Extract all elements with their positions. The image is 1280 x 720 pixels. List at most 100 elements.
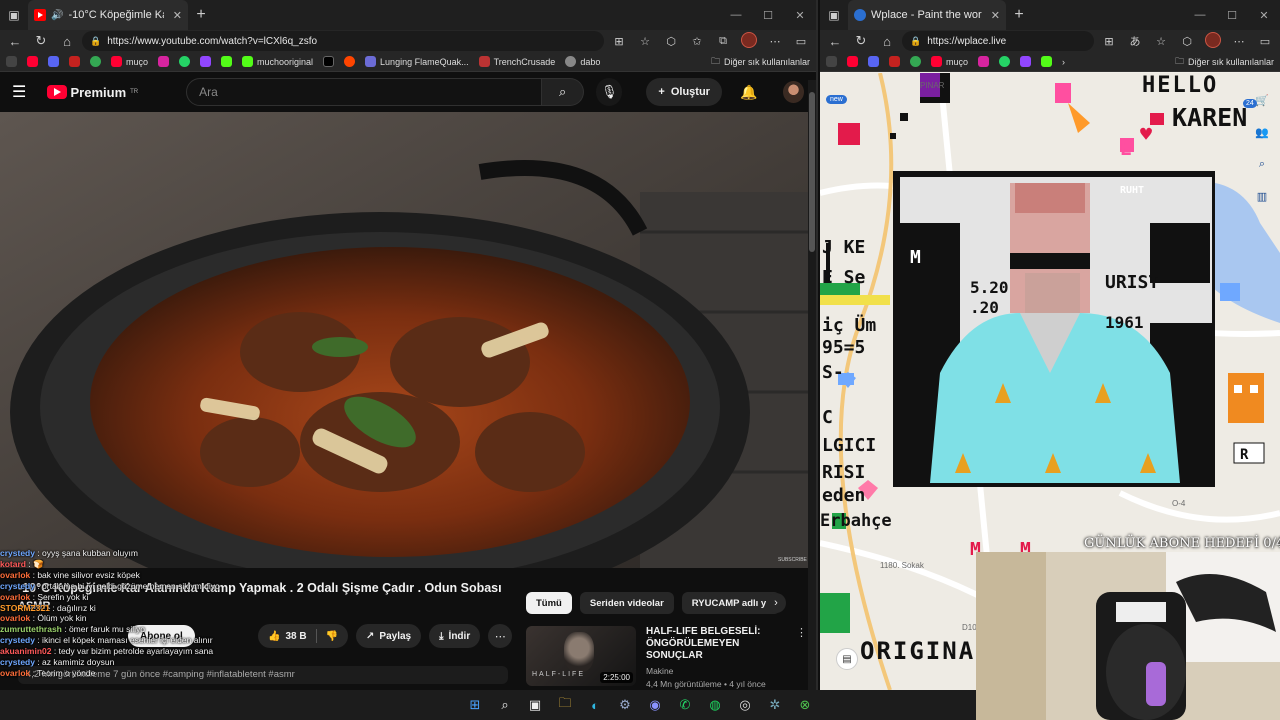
maximize-button[interactable]: ☐ <box>752 0 784 30</box>
settings-icon[interactable]: ✲ <box>765 695 785 715</box>
recommended-title[interactable]: HALF-LIFE BELGESELİ: ÖNGÖRÜLEMEYEN SONUÇ… <box>646 626 794 662</box>
search-input[interactable] <box>186 78 543 106</box>
obs-icon[interactable]: ◎ <box>735 695 755 715</box>
bookmark-reddit-icon[interactable] <box>344 56 356 67</box>
home-icon-right[interactable]: ⌂ <box>876 30 898 52</box>
profile-icon[interactable] <box>738 31 760 51</box>
profile-icon-right[interactable] <box>1202 31 1224 51</box>
file-explorer-icon[interactable]: 🗀 <box>555 695 575 715</box>
favorites-icon[interactable]: ✩ <box>686 35 708 48</box>
bookmark-kick-icon[interactable] <box>221 56 233 67</box>
search-location-icon[interactable]: ⌕ <box>1252 154 1272 174</box>
tab-youtube[interactable]: 🔊 -10°C Köpeğimle Kar Alanında ✕ <box>28 0 188 30</box>
video-player[interactable]: SUBSCRIBE <box>0 112 810 568</box>
url-field-right[interactable]: 🔒 https://wplace.live <box>902 31 1094 51</box>
bookmark-instagram-icon[interactable] <box>158 56 170 67</box>
recommended-video[interactable]: HALF-LIFE 2:25:00 HALF-LIFE BELGESELİ: Ö… <box>526 626 807 689</box>
bookmark-whatsapp-icon[interactable] <box>179 56 191 67</box>
extensions-icon[interactable]: ⬡ <box>660 35 682 48</box>
tab-close-icon-right[interactable]: ✕ <box>991 9 1000 22</box>
close-window-button-right[interactable]: ✕ <box>1248 0 1280 30</box>
minimize-button-right[interactable]: — <box>1184 0 1216 30</box>
speaker-icon[interactable]: 🔊 <box>51 10 63 21</box>
download-button[interactable]: ⤓ İndir <box>429 624 481 648</box>
bookmark-muchooriginal[interactable]: muchooriginal <box>242 56 313 67</box>
steam-icon[interactable]: ⚙ <box>615 695 635 715</box>
account-avatar[interactable] <box>783 81 805 103</box>
tab-wplace[interactable]: Wplace - Paint the world ✕ <box>848 0 1006 30</box>
chips-next-button[interactable]: › <box>766 593 786 613</box>
bookmark-youtube-icon[interactable] <box>27 56 38 67</box>
discord-icon[interactable]: ◉ <box>645 695 665 715</box>
leaderboard-icon[interactable]: ▥ <box>1252 186 1272 206</box>
bookmark-whatsapp-icon-right[interactable] <box>999 56 1011 67</box>
map-layers-button[interactable]: ▤ <box>836 648 858 670</box>
voice-search-button[interactable]: 🎙 <box>596 78 623 106</box>
sidebar-icon-right[interactable]: ▭ <box>1254 35 1276 48</box>
window-menu-icon-right[interactable]: ▣ <box>820 0 848 30</box>
youtube-logo[interactable]: Premium TR <box>46 85 138 100</box>
community-icon[interactable]: 👥 <box>1252 122 1272 142</box>
page-scrollbar[interactable] <box>808 80 816 690</box>
favorite-star-icon-right[interactable]: ☆ <box>1150 35 1172 48</box>
bookmark-folder-icon-right[interactable] <box>826 56 837 67</box>
bookmark-kick-icon-right[interactable] <box>1041 56 1053 67</box>
recommended-channel[interactable]: Makine <box>646 666 794 676</box>
bookmark-chrome-icon-right[interactable] <box>910 56 921 67</box>
back-arrow-icon[interactable]: ← <box>4 30 26 52</box>
bookmark-twitch-icon[interactable] <box>200 56 212 67</box>
xbox-icon[interactable]: ⊗ <box>795 695 815 715</box>
more-menu-icon-right[interactable]: ⋯ <box>1228 35 1250 48</box>
task-view-icon[interactable]: ▣ <box>525 695 545 715</box>
whatsapp-icon[interactable]: ✆ <box>675 695 695 715</box>
notifications-bell-icon[interactable]: 🔔 <box>740 84 757 101</box>
minimize-button[interactable]: — <box>720 0 752 30</box>
bookmark-gmail-icon-right[interactable] <box>889 56 900 67</box>
other-bookmarks-right[interactable]: 🗀 Diğer sık kullanılanlar <box>1175 54 1274 70</box>
close-window-button[interactable]: ✕ <box>784 0 816 30</box>
bookmark-dabo[interactable]: dabo <box>565 56 600 67</box>
bookmark-youtube-icon-right[interactable] <box>847 56 858 67</box>
scrollbar-thumb[interactable] <box>809 92 815 252</box>
more-actions-button[interactable]: ⋯ <box>488 624 513 648</box>
sidebar-icon[interactable]: ▭ <box>790 35 812 48</box>
bookmark-twitch-icon-right[interactable] <box>1020 56 1032 67</box>
hamburger-menu-icon[interactable]: ☰ <box>12 82 35 102</box>
bookmark-lunging[interactable]: Lunging FlameQuak... <box>365 56 469 67</box>
bookmark-x-icon[interactable] <box>323 56 335 67</box>
edge-browser-icon[interactable]: ◐ <box>585 695 605 715</box>
start-menu-icon[interactable]: ⊞ <box>465 695 485 715</box>
translate-icon[interactable]: あ <box>1124 33 1146 49</box>
tab-close-icon[interactable]: ✕ <box>173 9 182 22</box>
spotify-icon[interactable]: ◍ <box>705 695 725 715</box>
recommended-thumbnail[interactable]: HALF-LIFE 2:25:00 <box>526 626 636 686</box>
bookmark-chrome-icon[interactable] <box>90 56 101 67</box>
bookmark-gmail-icon[interactable] <box>69 56 80 67</box>
chip-all[interactable]: Tümü <box>526 592 572 614</box>
recommended-menu-icon[interactable]: ⋮ <box>796 626 807 689</box>
search-button[interactable]: ⌕ <box>542 78 585 106</box>
create-button[interactable]: + Oluştur <box>646 78 722 106</box>
new-tab-button[interactable]: + <box>188 6 214 24</box>
bookmark-muco-right[interactable]: muço <box>931 56 968 67</box>
taskbar-search-icon[interactable]: ⌕ <box>495 695 515 715</box>
extensions-icon-right[interactable]: ⬡ <box>1176 35 1198 48</box>
bookmark-discord-icon[interactable] <box>48 56 59 67</box>
bookmark-trenchcrusade[interactable]: TrenchCrusade <box>478 56 555 67</box>
back-arrow-icon-right[interactable]: ← <box>824 30 846 52</box>
reload-icon-right[interactable]: ↻ <box>850 30 872 52</box>
new-tab-button-right[interactable]: + <box>1006 6 1032 24</box>
window-menu-icon[interactable]: ▣ <box>0 0 28 30</box>
other-bookmarks[interactable]: 🗀 Diğer sık kullanılanlar <box>711 54 810 70</box>
favorite-star-icon[interactable]: ☆ <box>634 35 656 48</box>
bookmark-discord-icon-right[interactable] <box>868 56 879 67</box>
url-field[interactable]: 🔒 https://www.youtube.com/watch?v=lCXl6q… <box>82 31 604 51</box>
install-app-icon-right[interactable]: ⊞ <box>1098 35 1120 48</box>
bookmark-muco[interactable]: muço <box>111 56 148 67</box>
bookmark-instagram-icon-right[interactable] <box>978 56 990 67</box>
chip-series[interactable]: Seriden videolar <box>579 592 674 614</box>
share-button[interactable]: ↗ Paylaş <box>356 624 422 648</box>
maximize-button-right[interactable]: ☐ <box>1216 0 1248 30</box>
bookmarks-overflow-icon[interactable]: › <box>1062 57 1065 67</box>
reload-icon[interactable]: ↻ <box>30 30 52 52</box>
